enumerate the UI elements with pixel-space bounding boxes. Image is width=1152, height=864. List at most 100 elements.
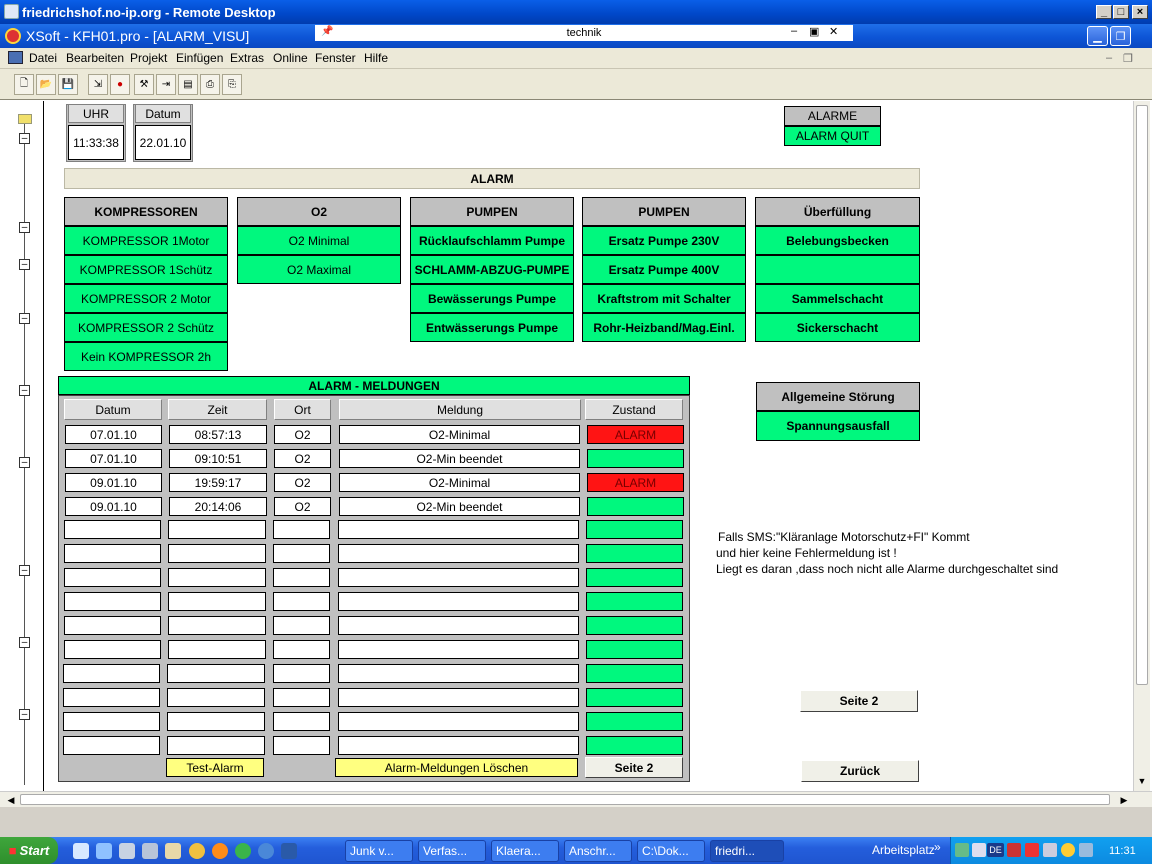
monitor-icon[interactable]: ▤: [178, 74, 198, 95]
horizontal-scroll-thumb[interactable]: [20, 794, 1110, 805]
menu-bearbeiten[interactable]: Bearbeiten: [66, 51, 124, 65]
alarm-indicator[interactable]: Rohr-Heizband/Mag.Einl.: [582, 313, 746, 342]
tray-app-icon[interactable]: [955, 843, 969, 857]
horizontal-scrollbar[interactable]: ◀ ▶: [0, 791, 1152, 807]
vertical-scroll-thumb[interactable]: [1136, 105, 1148, 685]
chevron-right-icon[interactable]: »: [934, 840, 941, 854]
collapse-icon[interactable]: –: [19, 637, 30, 648]
xsoft-minimize-button[interactable]: ▁: [1087, 26, 1108, 46]
login-icon[interactable]: ⇲: [88, 74, 108, 95]
path-minimize-icon[interactable]: –: [791, 25, 797, 37]
clock[interactable]: 11:31: [1109, 845, 1136, 857]
language-indicator[interactable]: DE: [987, 843, 1004, 857]
scroll-right-icon[interactable]: ▶: [1117, 793, 1131, 807]
task-anschreiben[interactable]: Anschr...: [564, 840, 632, 862]
alarm-indicator[interactable]: Belebungsbecken: [755, 226, 920, 255]
volume-icon[interactable]: [972, 843, 986, 857]
arbeitsplatz-toolbar[interactable]: Arbeitsplatz: [872, 843, 935, 857]
tools-icon[interactable]: ⚒: [134, 74, 154, 95]
alarm-indicator[interactable]: SCHLAMM-ABZUG-PUMPE: [410, 255, 574, 284]
alarm-indicator[interactable]: Rücklaufschlamm Pumpe: [410, 226, 574, 255]
menu-hilfe[interactable]: Hilfe: [364, 51, 388, 65]
path-restore-icon[interactable]: ▣: [809, 25, 819, 38]
globe-icon[interactable]: [235, 843, 251, 859]
menu-projekt[interactable]: Projekt: [130, 51, 167, 65]
step-icon[interactable]: ⇥: [156, 74, 176, 95]
open-folder-icon[interactable]: 📂: [36, 74, 56, 95]
menu-extras[interactable]: Extras: [230, 51, 264, 65]
word-icon[interactable]: [281, 843, 297, 859]
alarm-indicator[interactable]: Entwässerungs Pumpe: [410, 313, 574, 342]
zurueck-button[interactable]: Zurück: [801, 760, 919, 782]
folder-icon[interactable]: [18, 114, 32, 124]
task-dokumente[interactable]: C:\Dok...: [637, 840, 705, 862]
alarm-indicator[interactable]: Sickerschacht: [755, 313, 920, 342]
print-icon[interactable]: ⎙: [200, 74, 220, 95]
alarm-quit-button[interactable]: ALARM QUIT: [784, 126, 881, 146]
show-desktop-icon[interactable]: [73, 843, 89, 859]
terminal-icon[interactable]: [119, 843, 135, 859]
alarm-indicator[interactable]: Ersatz Pumpe 230V: [582, 226, 746, 255]
meldungen-loeschen-button[interactable]: Alarm-Meldungen Löschen: [335, 758, 578, 777]
rdp-close-button[interactable]: ×: [1132, 5, 1148, 19]
menu-datei[interactable]: Datei: [29, 51, 57, 65]
document-icon[interactable]: [8, 51, 23, 64]
vertical-scrollbar[interactable]: ▼: [1133, 101, 1150, 791]
mdi-restore-icon[interactable]: ❐: [1123, 52, 1133, 65]
search-icon[interactable]: [96, 843, 112, 859]
alarm-indicator[interactable]: Ersatz Pumpe 400V: [582, 255, 746, 284]
collapse-icon[interactable]: –: [19, 385, 30, 396]
network-icon[interactable]: [142, 843, 158, 859]
save-icon[interactable]: 💾: [58, 74, 78, 95]
task-klaeranlage[interactable]: Klaera...: [491, 840, 559, 862]
path-close-icon[interactable]: ✕: [829, 25, 838, 38]
thunderbird-icon[interactable]: [258, 843, 274, 859]
scroll-left-icon[interactable]: ◀: [4, 793, 18, 807]
task-friedrichshof[interactable]: friedri...: [710, 840, 784, 862]
task-junk[interactable]: Junk v...: [345, 840, 413, 862]
tray-network-icon[interactable]: [1043, 843, 1057, 857]
task-verfassen[interactable]: Verfas...: [418, 840, 486, 862]
alarm-indicator[interactable]: Kein KOMPRESSOR 2h: [64, 342, 228, 371]
menu-einfuegen[interactable]: Einfügen: [176, 51, 223, 65]
xsoft-restore-button[interactable]: ❐: [1110, 26, 1131, 46]
alarm-indicator[interactable]: KOMPRESSOR 1Schütz: [64, 255, 228, 284]
rdp-maximize-button[interactable]: □: [1113, 5, 1129, 19]
menu-fenster[interactable]: Fenster: [315, 51, 356, 65]
print-preview-icon[interactable]: ⎘: [222, 74, 242, 95]
spannungsausfall-indicator[interactable]: Spannungsausfall: [756, 411, 920, 441]
alarm-indicator[interactable]: Bewässerungs Pumpe: [410, 284, 574, 313]
alarm-indicator[interactable]: Sammelschacht: [755, 284, 920, 313]
collapse-icon[interactable]: –: [19, 133, 30, 144]
alarm-indicator[interactable]: KOMPRESSOR 2 Schütz: [64, 313, 228, 342]
mdi-minimize-icon[interactable]: –: [1106, 52, 1112, 64]
alarm-indicator[interactable]: O2 Maximal: [237, 255, 401, 284]
seite2-button[interactable]: Seite 2: [800, 690, 918, 712]
test-alarm-button[interactable]: Test-Alarm: [166, 758, 264, 777]
firefox-icon[interactable]: [212, 843, 228, 859]
tray-update-icon[interactable]: [1061, 843, 1075, 857]
collapse-icon[interactable]: –: [19, 457, 30, 468]
alarm-indicator[interactable]: KOMPRESSOR 2 Motor: [64, 284, 228, 313]
media-icon[interactable]: [189, 843, 205, 859]
alarm-indicator[interactable]: O2 Minimal: [237, 226, 401, 255]
menu-online[interactable]: Online: [273, 51, 308, 65]
start-button[interactable]: ■ Start: [0, 837, 58, 864]
alarm-indicator[interactable]: Kraftstrom mit Schalter: [582, 284, 746, 313]
alarm-indicator[interactable]: KOMPRESSOR 1Motor: [64, 226, 228, 255]
pin-icon[interactable]: 📌: [321, 26, 333, 37]
stop-icon[interactable]: ●: [110, 74, 130, 95]
alarm-indicator[interactable]: [755, 255, 920, 284]
collapse-icon[interactable]: –: [19, 259, 30, 270]
panel-seite2-button[interactable]: Seite 2: [585, 757, 683, 778]
rdp-minimize-button[interactable]: _: [1096, 5, 1112, 19]
scroll-down-icon[interactable]: ▼: [1135, 774, 1149, 788]
collapse-icon[interactable]: –: [19, 222, 30, 233]
collapse-icon[interactable]: –: [19, 709, 30, 720]
new-file-icon[interactable]: 🗋: [14, 74, 34, 95]
notes-icon[interactable]: [165, 843, 181, 859]
collapse-icon[interactable]: –: [19, 313, 30, 324]
tray-pdf-icon[interactable]: [1025, 843, 1039, 857]
collapse-icon[interactable]: –: [19, 565, 30, 576]
tray-security-icon[interactable]: [1007, 843, 1021, 857]
